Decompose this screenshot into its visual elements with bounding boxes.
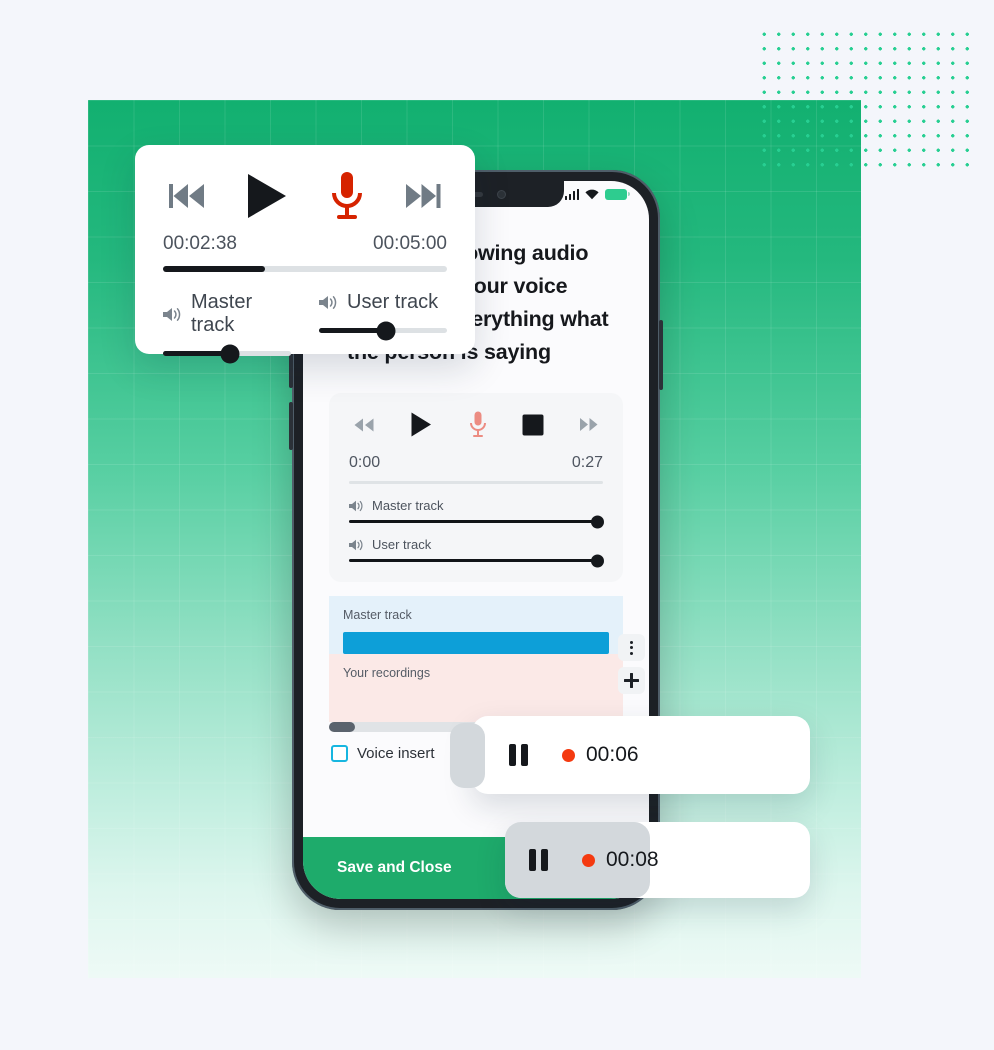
inner-master-volume-header: Master track	[349, 498, 603, 513]
phone-power-button	[659, 320, 663, 390]
record-dot-icon	[582, 853, 595, 867]
floating-user-volume: User track	[319, 291, 447, 356]
inner-audio-player: 0:00 0:27 Master track User track	[329, 393, 623, 582]
floating-user-volume-label: User track	[347, 291, 439, 313]
cellular-signal-icon	[564, 188, 579, 200]
next-track-icon[interactable]	[405, 183, 441, 209]
floating-master-volume-label: Master track	[191, 291, 253, 336]
inner-current-time: 0:00	[349, 454, 381, 471]
recording-pill-2: 00:08	[505, 822, 810, 898]
inner-user-volume-slider[interactable]	[349, 554, 604, 567]
screenshot-stage: Play the following audio and record your…	[0, 0, 994, 1050]
inner-player-controls	[349, 411, 603, 442]
microphone-icon[interactable]	[469, 411, 487, 438]
track-name-user: Your recordings	[343, 666, 431, 680]
vertical-dots-icon	[630, 640, 633, 655]
master-waveform[interactable]	[343, 632, 609, 654]
inner-user-volume-label: User track	[372, 537, 432, 552]
fast-forward-icon[interactable]	[579, 417, 599, 432]
floating-user-volume-slider[interactable]	[319, 321, 447, 340]
inner-master-volume-label: Master track	[372, 498, 444, 513]
record-dot-icon	[562, 748, 575, 762]
microphone-record-icon[interactable]	[330, 171, 364, 221]
track-row-actions	[618, 634, 645, 694]
floating-current-time: 00:02:38	[163, 233, 237, 254]
floating-audio-player-card: 00:02:38 00:05:00 Master track User trac…	[135, 145, 475, 363]
previous-track-icon[interactable]	[169, 183, 205, 209]
floating-master-volume-header: Master track	[163, 291, 291, 337]
floating-volume-section: Master track User track	[163, 291, 447, 363]
inner-master-volume-knob[interactable]	[591, 515, 604, 528]
phone-volume-down-button	[289, 402, 293, 450]
add-track-button[interactable]	[618, 667, 645, 694]
voice-insert-label: Voice insert	[357, 745, 435, 762]
floating-master-volume: Master track	[163, 291, 291, 363]
floating-user-volume-header: User track	[319, 291, 447, 314]
recording-pill-1: 00:06	[450, 716, 810, 794]
floating-player-controls	[163, 169, 447, 223]
stop-icon[interactable]	[522, 414, 544, 436]
plus-icon	[624, 673, 639, 688]
front-camera-icon	[496, 189, 506, 199]
floating-master-volume-slider[interactable]	[163, 344, 291, 363]
volume-icon	[319, 295, 338, 310]
inner-master-volume-slider[interactable]	[349, 515, 604, 528]
play-icon[interactable]	[410, 411, 433, 438]
floating-progress-bar[interactable]	[163, 266, 447, 272]
inner-total-time: 0:27	[571, 454, 603, 471]
recording-time-1: 00:06	[586, 743, 639, 766]
recording-time-2: 00:08	[606, 848, 659, 871]
volume-icon	[349, 539, 364, 551]
floating-master-volume-knob	[220, 344, 240, 363]
table-row[interactable]: Master track	[329, 596, 623, 654]
floating-player-times: 00:02:38 00:05:00	[163, 233, 447, 255]
track-name-master: Master track	[343, 608, 412, 622]
volume-icon	[163, 307, 182, 322]
inner-progress-bar[interactable]	[349, 481, 603, 484]
play-icon[interactable]	[246, 172, 288, 220]
pill-drag-handle[interactable]	[450, 722, 485, 788]
volume-icon	[349, 500, 364, 512]
more-options-button[interactable]	[618, 634, 645, 661]
save-and-close-label: Save and Close	[337, 859, 452, 876]
floating-user-volume-knob	[376, 321, 396, 340]
inner-user-volume-header: User track	[349, 537, 603, 552]
floating-total-time: 00:05:00	[373, 233, 447, 254]
pause-icon[interactable]	[529, 849, 548, 871]
inner-player-times: 0:00 0:27	[349, 454, 603, 472]
voice-insert-checkbox[interactable]	[331, 745, 348, 762]
pause-icon[interactable]	[509, 744, 528, 766]
dot-pattern-decoration	[757, 27, 973, 177]
rewind-icon[interactable]	[353, 417, 375, 433]
table-row[interactable]: Your recordings	[329, 654, 623, 722]
battery-icon	[605, 188, 630, 200]
inner-user-volume-knob[interactable]	[591, 554, 604, 567]
status-bar	[564, 181, 650, 207]
wifi-icon	[585, 189, 599, 200]
